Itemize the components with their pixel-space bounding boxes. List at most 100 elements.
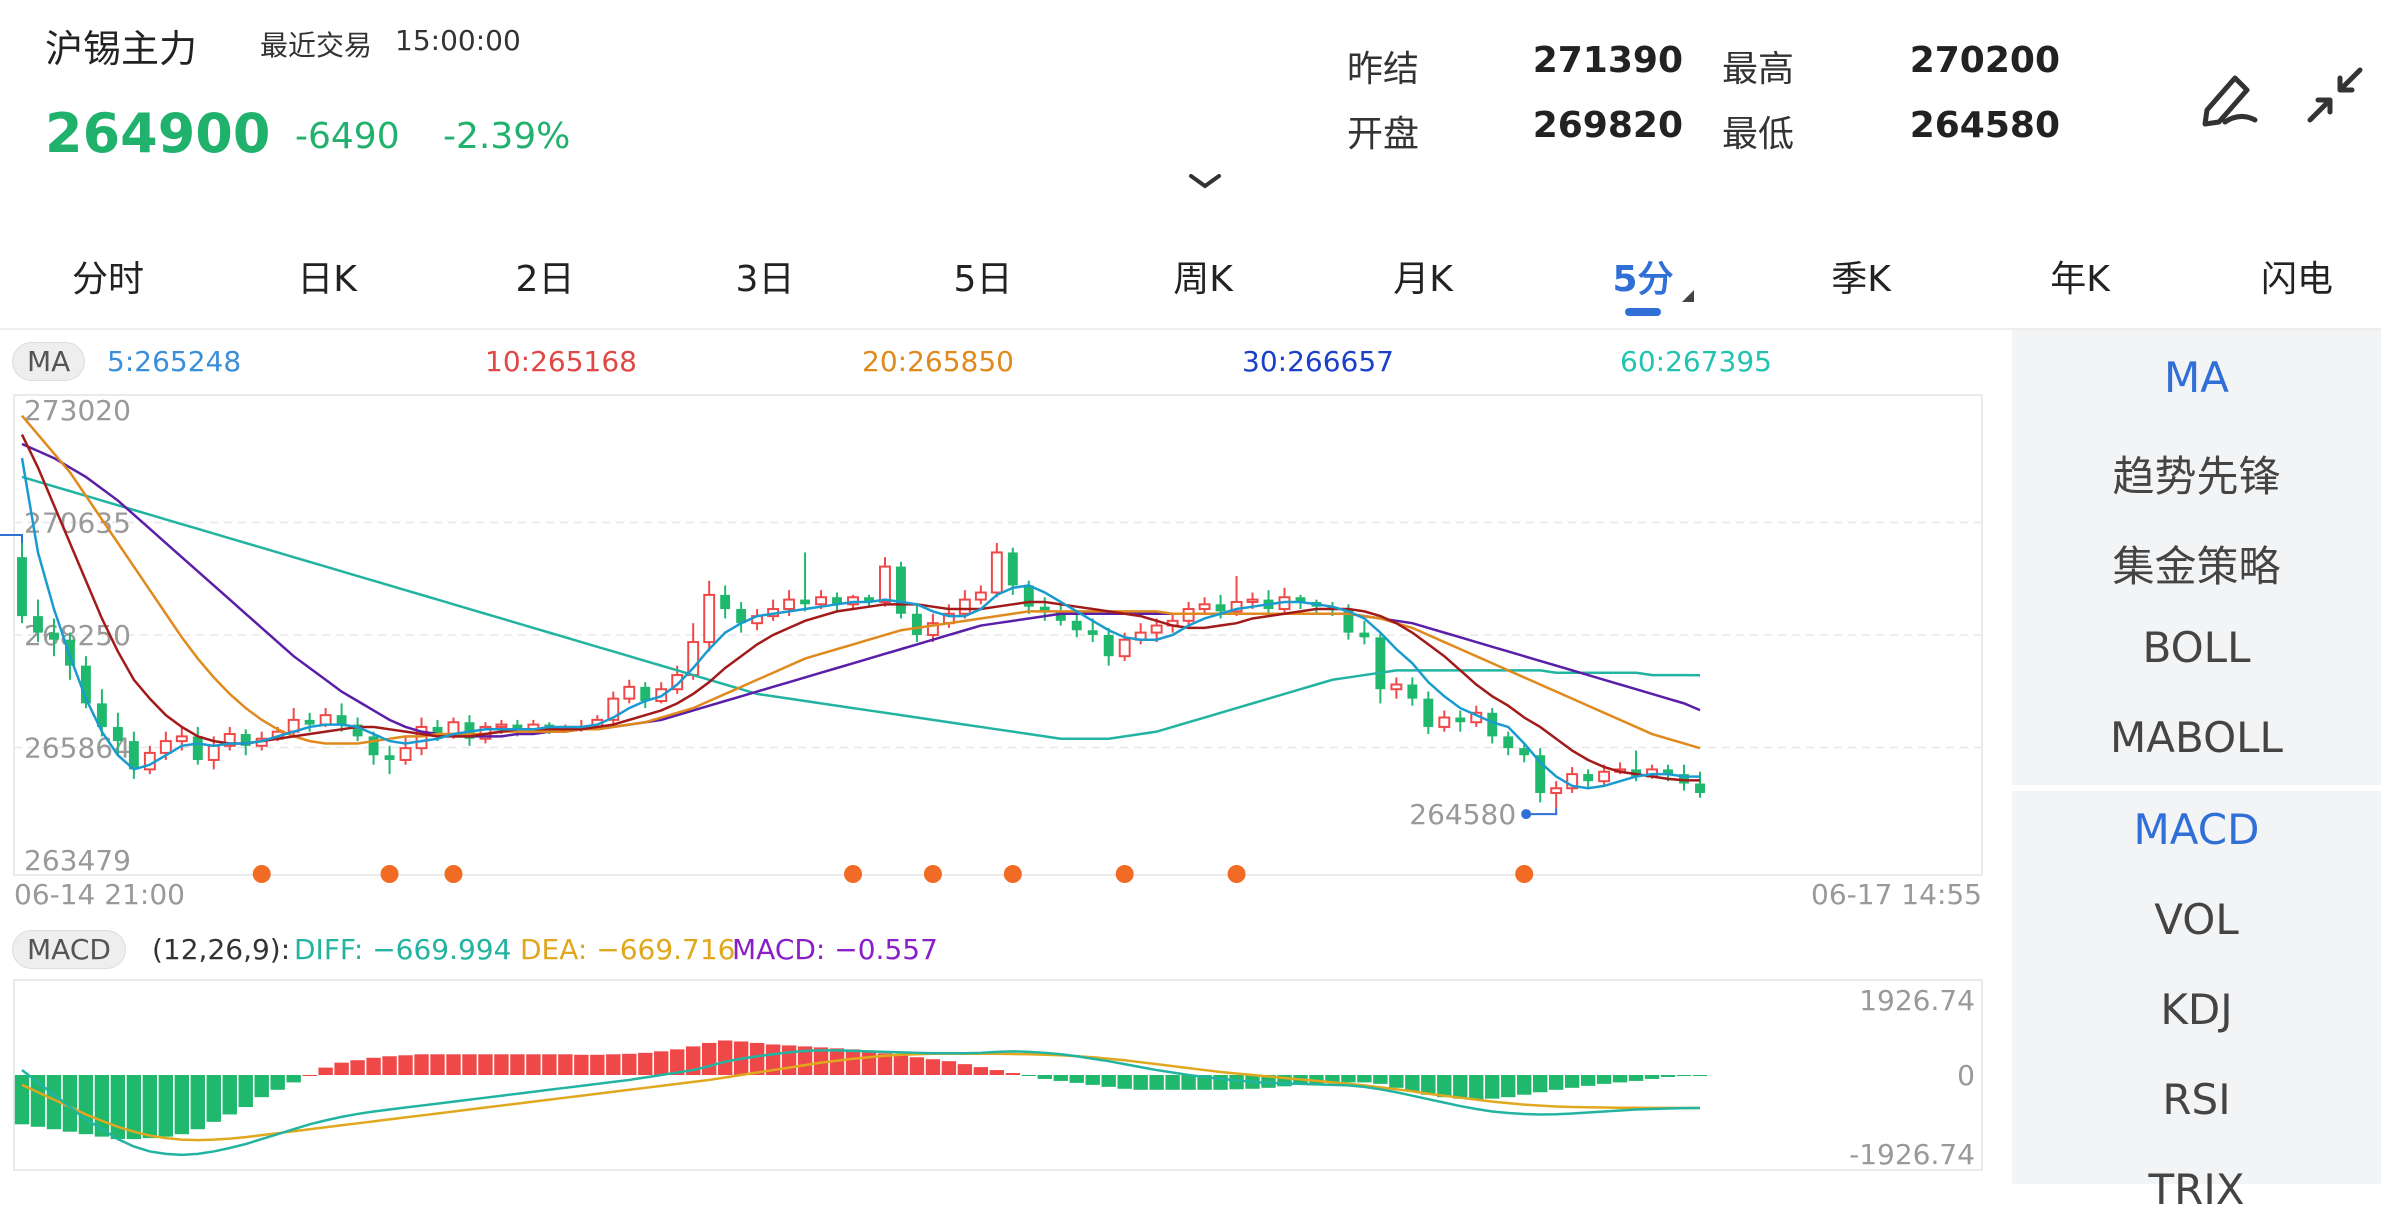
candle-body [33, 616, 43, 633]
macd-bar [190, 1075, 205, 1130]
high-value: 270200 [1909, 40, 2060, 81]
candle-body [879, 565, 891, 603]
signal-dot [380, 865, 399, 883]
macd-bar [1453, 1075, 1468, 1099]
candle-body [783, 598, 796, 611]
ma-pill[interactable]: MA [12, 342, 86, 381]
candle-body [720, 594, 731, 610]
low-marker-label: 264580 [1409, 798, 1516, 831]
macd-params: (12,26,9): [152, 933, 291, 966]
macd-bar [478, 1054, 493, 1075]
macd-bar [1676, 1075, 1692, 1076]
candle-body [319, 714, 332, 726]
candle-body [1598, 770, 1611, 783]
macd-bar [366, 1057, 381, 1075]
candle-body [623, 685, 636, 700]
quote-header: 沪锡主力 最近交易 15:00:00 264900 -6490 -2.39% 昨… [0, 0, 2381, 215]
indicator-trix[interactable]: TRIX [2012, 1165, 2381, 1214]
tab-day-k[interactable]: 日K [252, 250, 402, 302]
tab-5day[interactable]: 5日 [908, 250, 1058, 302]
macd-pill[interactable]: MACD [12, 930, 126, 969]
macd-bar [1532, 1075, 1548, 1093]
macd-bar [1405, 1075, 1420, 1092]
indicator-ma[interactable]: MA [2012, 353, 2381, 402]
macd-bar [989, 1070, 1005, 1075]
macd-bar [1469, 1075, 1484, 1100]
macd-chart[interactable]: 1926.74 0 -1926.74 [0, 975, 2010, 1184]
candle-body [1487, 712, 1498, 737]
indicator-vol[interactable]: VOL [2012, 895, 2381, 944]
signal-dot [1227, 865, 1246, 883]
kline-chart[interactable]: 2730202706352682502658642634792702002645… [0, 390, 2010, 910]
indicator-trend-pioneer[interactable]: 趋势先锋 [2012, 443, 2381, 504]
macd-bar [142, 1075, 158, 1139]
tab-season-k[interactable]: 季K [1786, 250, 1936, 302]
macd-bar [941, 1061, 957, 1075]
candle-body [112, 726, 123, 742]
macd-bar [1181, 1075, 1196, 1090]
macd-bar [318, 1067, 333, 1075]
candle-body [1455, 717, 1466, 723]
macd-bar [270, 1075, 285, 1090]
candle-body [1118, 638, 1131, 658]
indicator-boll[interactable]: BOLL [2012, 623, 2381, 672]
tab-month-k[interactable]: 月K [1348, 250, 1498, 302]
macd-bar [430, 1054, 445, 1075]
macd-bar [302, 1075, 317, 1076]
macd-bar [78, 1075, 94, 1135]
tab-year-k[interactable]: 年K [2005, 250, 2155, 302]
candle-body [207, 744, 220, 761]
candle-body [1583, 774, 1594, 782]
macd-bar [1485, 1075, 1500, 1099]
macd-bar [574, 1054, 589, 1075]
candle-body [1103, 634, 1114, 657]
macd-bar [1005, 1073, 1021, 1075]
indicator-rsi[interactable]: RSI [2012, 1075, 2381, 1124]
ma10-value: 10:265168 [485, 345, 637, 378]
indicator-maboll[interactable]: MABOLL [2012, 713, 2381, 762]
macd-bar [542, 1054, 557, 1075]
candle-body [495, 723, 508, 728]
indicator-macd[interactable]: MACD [2012, 805, 2381, 854]
candle-body [974, 591, 987, 601]
candle-body [1503, 736, 1514, 749]
indicator-kdj[interactable]: KDJ [2012, 985, 2381, 1034]
macd-bar [1564, 1075, 1580, 1088]
macd-bar [1596, 1075, 1612, 1084]
candle-body [1550, 787, 1563, 794]
macd-bar [446, 1054, 461, 1075]
high-label: 最高 [1722, 49, 1795, 90]
macd-bar [654, 1051, 669, 1075]
macd-bar [606, 1054, 621, 1075]
macd-bar [286, 1075, 301, 1083]
macd-bar [14, 1075, 30, 1125]
macd-bar [206, 1075, 221, 1122]
candle-body [1695, 783, 1705, 793]
y-tick-label: 270635 [24, 506, 131, 539]
tab-fenshi[interactable]: 分时 [33, 250, 183, 302]
macd-bar [925, 1059, 941, 1075]
dea-line [21, 1052, 1701, 1142]
tab-week-k[interactable]: 周K [1128, 250, 1278, 302]
candle-body [800, 599, 811, 605]
candle-body [304, 719, 315, 725]
macd-zero-label: 0 [1957, 1059, 1975, 1092]
candle-body [336, 715, 347, 725]
signal-dot [444, 865, 463, 883]
collapse-icon[interactable] [2300, 60, 2370, 130]
macd-bar [845, 1049, 861, 1075]
indicator-capital-strategy[interactable]: 集金策略 [2012, 533, 2381, 594]
candle-body [1150, 624, 1163, 634]
draw-pen-icon[interactable] [2195, 60, 2265, 130]
ma10-line [20, 433, 1701, 782]
last-trade-time: 15:00:00 [395, 24, 521, 57]
y-tick-label: 273020 [24, 394, 131, 427]
candle-body [1198, 603, 1211, 611]
ma30-line [21, 442, 1701, 738]
macd-bar [1021, 1075, 1036, 1076]
macd-bar [1628, 1075, 1644, 1081]
tab-2day[interactable]: 2日 [470, 250, 620, 302]
tab-flash[interactable]: 闪电 [2222, 250, 2372, 302]
tab-3day[interactable]: 3日 [690, 250, 840, 302]
expand-chevron-icon[interactable] [1185, 170, 1225, 195]
